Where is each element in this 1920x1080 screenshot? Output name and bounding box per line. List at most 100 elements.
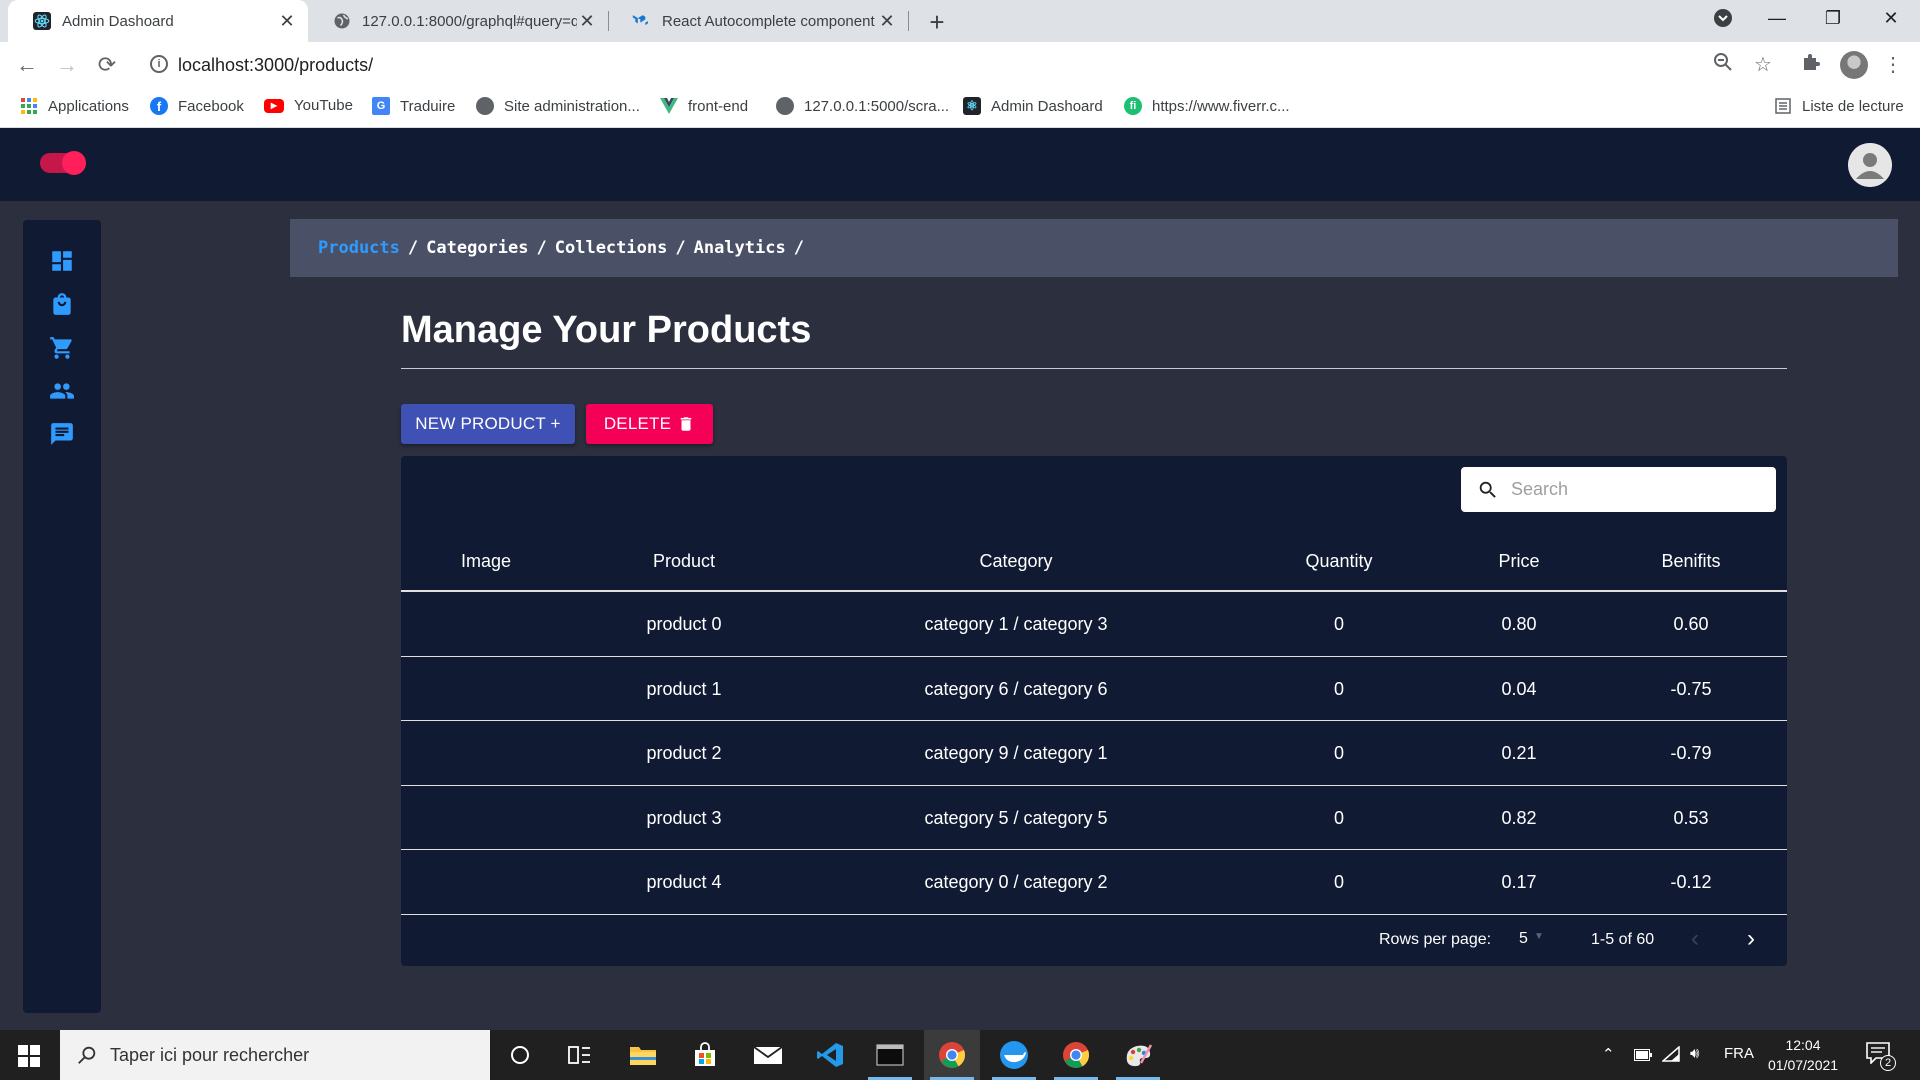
close-tab-icon[interactable]: ✕ — [878, 12, 896, 30]
breadcrumb-analytics[interactable]: Analytics — [694, 238, 786, 258]
close-tab-icon[interactable]: ✕ — [278, 12, 296, 30]
dashboard-icon[interactable] — [49, 248, 75, 274]
back-button[interactable]: ← — [14, 52, 40, 78]
vscode-icon[interactable] — [802, 1030, 858, 1080]
search-box[interactable] — [1461, 467, 1776, 512]
bookmark-traduire[interactable]: G Traduire — [372, 97, 455, 115]
chevron-up-icon[interactable]: ⌃ — [1602, 1045, 1615, 1063]
column-header-price[interactable]: Price — [1498, 551, 1539, 572]
column-header-category[interactable]: Category — [979, 551, 1052, 572]
file-explorer-icon[interactable] — [615, 1030, 671, 1080]
clock[interactable]: 12:04 01/07/2021 — [1768, 1035, 1838, 1075]
delete-button[interactable]: DELETE — [586, 404, 713, 444]
battery-icon[interactable] — [1634, 1048, 1652, 1065]
cell-category: category 0 / category 2 — [924, 872, 1108, 892]
bookmarks-bar: Applications f Facebook ▶ YouTube G Trad… — [0, 88, 1920, 128]
cell-product: product 3 — [646, 807, 722, 828]
tab-admin-dashboard[interactable]: Admin Dashoard ✕ — [8, 0, 308, 42]
bookmark-star-icon[interactable]: ☆ — [1750, 52, 1776, 78]
column-header-benefits[interactable]: Benifits — [1661, 551, 1720, 572]
tab-graphql[interactable]: 127.0.0.1:8000/graphql#query=q ✕ — [308, 0, 608, 42]
breadcrumb-separator: / — [793, 238, 804, 258]
tab-react-autocomplete[interactable]: React Autocomplete component ✕ — [608, 0, 908, 42]
breadcrumb-separator: / — [407, 238, 419, 258]
cell-quantity: 0 — [1333, 807, 1345, 828]
react-atom-icon: ⚛ — [963, 97, 981, 115]
language-indicator[interactable]: FRA — [1724, 1045, 1754, 1062]
table-row[interactable]: product 0 category 1 / category 3 0 0.80… — [401, 592, 1787, 657]
table-row[interactable]: product 2 category 9 / category 1 0 0.21… — [401, 721, 1787, 786]
shopping-bag-icon[interactable] — [49, 291, 75, 317]
windows-start-icon[interactable] — [18, 1045, 40, 1067]
table-row[interactable]: product 1 category 6 / category 6 0 0.04… — [401, 657, 1787, 721]
volume-icon[interactable]: 🔊︎ — [1690, 1045, 1699, 1062]
title-divider — [401, 368, 1787, 369]
bookmark-fiverr[interactable]: fi https://www.fiverr.c... — [1124, 97, 1290, 115]
menu-kebab-icon[interactable]: ⋮ — [1880, 52, 1906, 78]
theme-toggle[interactable] — [40, 151, 86, 175]
chrome-icon[interactable] — [924, 1030, 980, 1080]
tab-search-icon[interactable] — [1708, 8, 1738, 33]
chrome-icon[interactable] — [1048, 1030, 1104, 1080]
trash-icon — [680, 417, 692, 431]
cell-benefits: 0.60 — [1673, 614, 1709, 634]
site-info-icon[interactable]: i — [150, 55, 168, 73]
task-view-icon[interactable] — [552, 1030, 608, 1080]
search-input[interactable] — [1511, 467, 1761, 512]
restore-button[interactable]: ❐ — [1818, 8, 1848, 29]
url-text[interactable]: localhost:3000/products/ — [178, 55, 373, 76]
bookmark-site-admin[interactable]: Site administration... — [476, 97, 640, 115]
paint-icon[interactable] — [1110, 1030, 1166, 1080]
rows-per-page-select[interactable]: 5 — [1519, 930, 1528, 948]
cart-icon[interactable] — [49, 335, 75, 361]
cortana-icon[interactable] — [492, 1030, 548, 1080]
notifications-icon[interactable]: 2 — [1866, 1042, 1896, 1071]
forward-button[interactable]: → — [54, 52, 80, 78]
minimize-button[interactable]: — — [1762, 8, 1792, 29]
column-header-product[interactable]: Product — [653, 551, 715, 572]
bookmark-label: Site administration... — [504, 97, 640, 115]
user-avatar-icon[interactable] — [1848, 143, 1892, 187]
previous-page-button[interactable]: ‹ — [1691, 925, 1699, 953]
table-body: product 0 category 1 / category 3 0 0.80… — [401, 592, 1787, 915]
cell-benefits: -0.75 — [1670, 678, 1712, 699]
people-icon[interactable] — [49, 378, 75, 404]
bookmark-front-end[interactable]: front-end — [660, 97, 748, 115]
bookmark-youtube[interactable]: ▶ YouTube — [264, 97, 353, 114]
taskbar-search[interactable]: Taper ici pour rechercher — [60, 1030, 490, 1080]
breadcrumb-collections[interactable]: Collections — [555, 238, 668, 258]
youtube-icon: ▶ — [264, 98, 284, 113]
address-bar[interactable]: i localhost:3000/products/ — [138, 48, 1758, 82]
breadcrumb-categories[interactable]: Categories — [426, 238, 528, 258]
table-header: Image Product Category Quantity Price Be… — [401, 531, 1787, 592]
bookmark-applications[interactable]: Applications — [20, 97, 129, 115]
table-row[interactable]: product 4 category 0 / category 2 0 0.17… — [401, 850, 1787, 915]
cell-product: product 2 — [646, 743, 722, 763]
cell-quantity: 0 — [1333, 614, 1345, 634]
new-product-button[interactable]: NEW PRODUCT + — [401, 404, 575, 444]
close-tab-icon[interactable]: ✕ — [578, 12, 596, 30]
bookmark-facebook[interactable]: f Facebook — [150, 97, 244, 115]
wifi-icon[interactable] — [1661, 1045, 1680, 1066]
close-window-button[interactable]: ✕ — [1876, 8, 1906, 29]
bookmark-scraper[interactable]: 127.0.0.1:5000/scra... — [776, 97, 949, 115]
extensions-icon[interactable] — [1798, 52, 1824, 78]
zoom-icon[interactable] — [1710, 52, 1736, 78]
chat-icon[interactable] — [49, 421, 75, 447]
reading-list[interactable]: Liste de lecture — [1774, 97, 1904, 115]
docker-icon[interactable] — [986, 1030, 1042, 1080]
reload-button[interactable]: ⟳ — [94, 52, 120, 78]
microsoft-store-icon[interactable] — [677, 1030, 733, 1080]
mail-icon[interactable] — [740, 1030, 796, 1080]
profile-avatar[interactable] — [1840, 51, 1868, 79]
new-tab-button[interactable]: + — [923, 7, 951, 38]
next-page-button[interactable]: › — [1747, 925, 1755, 953]
bookmark-admin-dashboard[interactable]: ⚛ Admin Dashoard — [963, 97, 1103, 115]
column-header-image[interactable]: Image — [461, 551, 511, 572]
bookmark-label: 127.0.0.1:5000/scra... — [804, 97, 950, 115]
column-header-quantity[interactable]: Quantity — [1305, 551, 1372, 572]
chevron-down-icon[interactable]: ▼ — [1534, 931, 1544, 942]
terminal-icon[interactable] — [862, 1030, 918, 1080]
breadcrumb-products[interactable]: Products — [318, 238, 400, 258]
table-row[interactable]: product 3 category 5 / category 5 0 0.82… — [401, 786, 1787, 850]
